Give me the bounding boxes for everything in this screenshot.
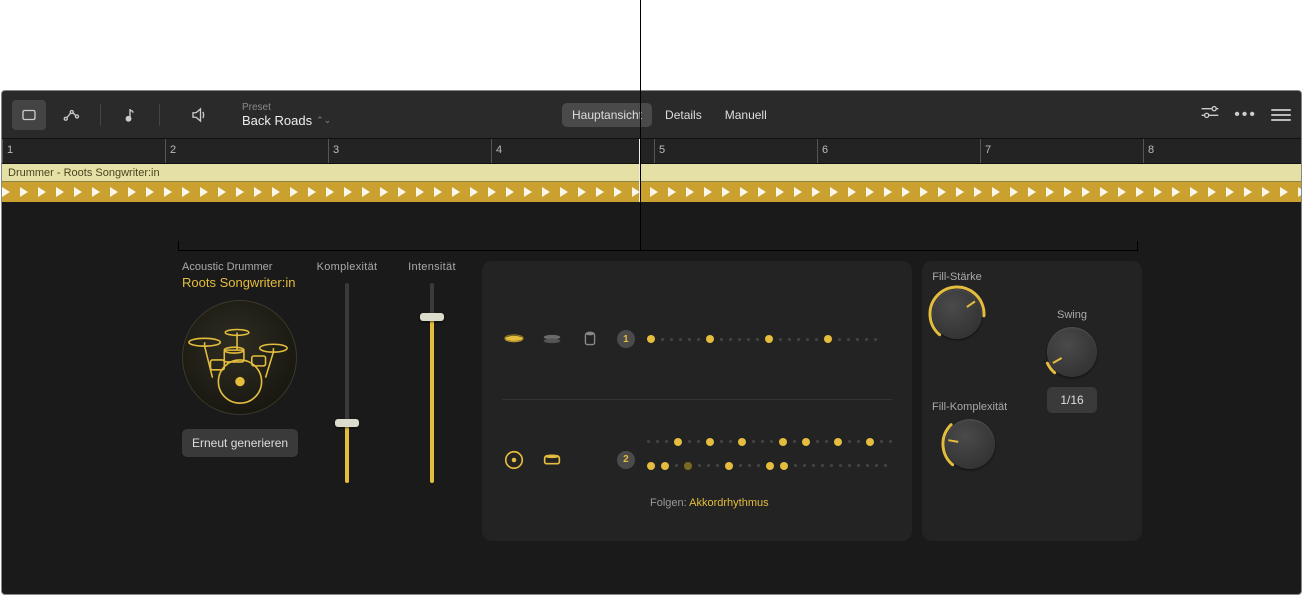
row1-beats[interactable] [647, 335, 892, 343]
style-panel: Acoustic Drummer Roots Songwriter:in [182, 261, 482, 541]
callout-line [640, 100, 641, 250]
drummer-editor-window: Preset Back Roads ⌃⌄ Hauptansicht Details… [1, 90, 1302, 595]
bar-marker: 1 [2, 139, 13, 163]
toolbar-right: ••• [1200, 105, 1291, 124]
preset-label: Preset [242, 102, 331, 113]
pattern-row-1: 1 [502, 279, 892, 399]
fill-swing-panel: Fill-Stärke Fill-Komplexität Swing [922, 261, 1142, 541]
timeline-ruler[interactable]: 1 2 3 4 5 6 7 8 [2, 139, 1301, 164]
tab-manuell[interactable]: Manuell [715, 103, 777, 127]
preset-selector[interactable]: Preset Back Roads ⌃⌄ [242, 102, 331, 128]
kick-icon[interactable] [502, 448, 526, 472]
volume-icon[interactable] [182, 100, 216, 130]
callout-line [640, 0, 641, 100]
region-body[interactable]: document.write(Array.from({length:74}).m… [2, 182, 1301, 202]
drum-kit-image[interactable] [182, 300, 297, 415]
menu-icon[interactable] [1271, 106, 1291, 124]
midi-notes-button[interactable] [113, 100, 147, 130]
more-icon[interactable]: ••• [1234, 106, 1257, 124]
view-region-button[interactable] [12, 100, 46, 130]
region-header[interactable]: Drummer - Roots Songwriter:in [2, 164, 1301, 182]
figure: Preset Back Roads ⌃⌄ Hauptansicht Details… [0, 0, 1303, 596]
swing-value-button[interactable]: 1/16 [1047, 387, 1097, 413]
separator [100, 104, 101, 126]
drummer-editor: Acoustic Drummer Roots Songwriter:in [182, 261, 1142, 541]
snare-icon[interactable] [540, 448, 564, 472]
view-automation-button[interactable] [54, 100, 88, 130]
row2-beats[interactable] [647, 438, 892, 470]
bar-marker: 3 [328, 139, 339, 163]
regenerate-button[interactable]: Erneut generieren [182, 429, 298, 457]
callout-bracket [178, 250, 1138, 251]
lane-number-1[interactable]: 1 [617, 330, 635, 348]
row1-instruments [502, 327, 605, 351]
tom-icon[interactable] [578, 327, 602, 351]
bar-marker: 7 [980, 139, 991, 163]
row2-instruments [502, 448, 605, 472]
fill-complexity-knob[interactable]: Fill-Komplexität [932, 401, 1007, 469]
bar-marker: 5 [654, 139, 665, 163]
bar-marker: 6 [817, 139, 828, 163]
settings-icon[interactable] [1200, 105, 1220, 124]
tab-details[interactable]: Details [655, 103, 712, 127]
complexity-label: Komplexität [312, 261, 382, 273]
pattern-panel: 1 [482, 261, 912, 541]
bar-marker: 4 [491, 139, 502, 163]
tab-hauptansicht[interactable]: Hauptansicht [562, 103, 652, 127]
preset-name: Back Roads [242, 113, 312, 128]
toolbar: Preset Back Roads ⌃⌄ Hauptansicht Details… [2, 91, 1301, 139]
hihat-icon[interactable] [540, 327, 564, 351]
cymbal-icon[interactable] [502, 327, 526, 351]
bar-marker: 2 [165, 139, 176, 163]
lane-number-2[interactable]: 2 [617, 451, 635, 469]
intensity-label: Intensität [397, 261, 467, 273]
complexity-slider[interactable]: Komplexität [312, 261, 382, 483]
tracks-area: 1 2 3 4 5 6 7 8 Drummer - Roots Songwrit… [2, 139, 1301, 202]
swing-knob[interactable]: Swing 1/16 [1047, 309, 1097, 413]
updown-icon: ⌃⌄ [316, 115, 331, 126]
fill-strength-knob[interactable]: Fill-Stärke [932, 271, 982, 339]
separator [159, 104, 160, 126]
view-tabs: Hauptansicht Details Manuell [562, 103, 780, 127]
bar-marker: 8 [1143, 139, 1154, 163]
intensity-slider[interactable]: Intensität [397, 261, 467, 483]
follow-text[interactable]: Folgen: Akkordrhythmus [650, 497, 769, 509]
pattern-row-2: 2 Folgen: Akkordrhythmus [502, 399, 892, 519]
